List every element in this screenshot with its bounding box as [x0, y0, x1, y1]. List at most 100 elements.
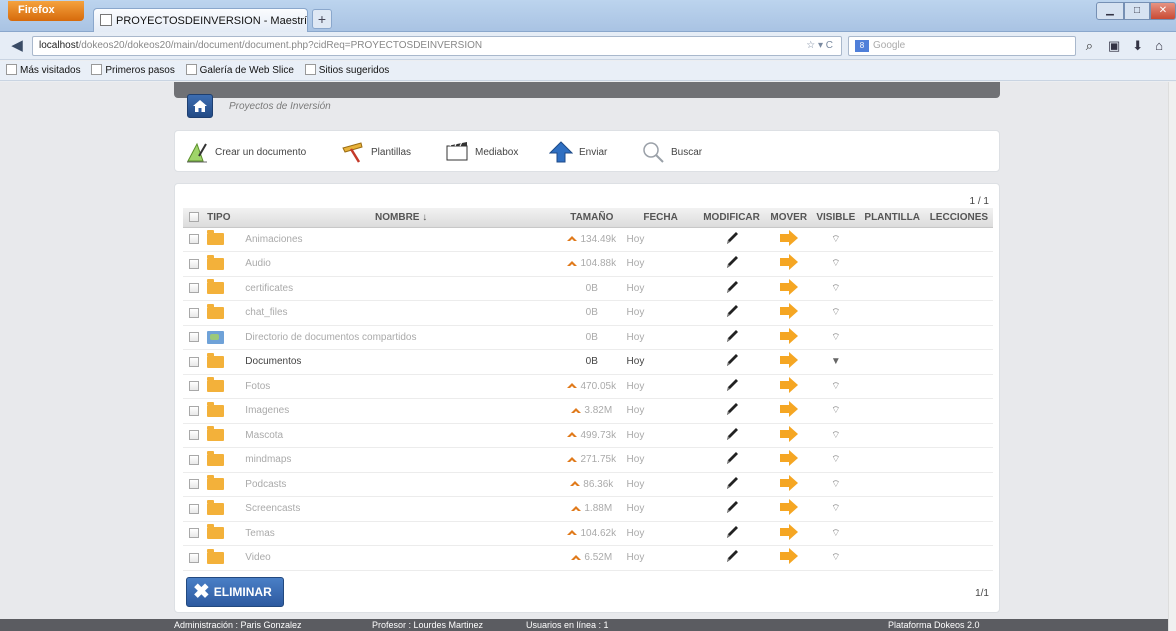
table-row[interactable]: Audio 104.88k Hoy ⌔ [183, 251, 993, 277]
home-icon[interactable] [187, 94, 213, 118]
eye-icon[interactable]: ⌔ [831, 479, 840, 490]
eye-icon[interactable]: ⌔ [831, 332, 840, 343]
row-checkbox[interactable] [188, 283, 199, 294]
visibility-cell[interactable]: ⌔ [812, 276, 860, 301]
pencil-icon[interactable] [724, 499, 740, 515]
doc-name[interactable]: chat_files [242, 300, 561, 326]
move-arrow-icon[interactable] [779, 302, 799, 320]
row-checkbox-cell[interactable] [183, 251, 205, 277]
bookmark-item[interactable]: Galería de Web Slice [185, 64, 294, 76]
doc-name[interactable]: certificates [242, 276, 561, 301]
move-arrow-icon[interactable] [779, 425, 799, 443]
delete-button[interactable]: ✖ ELIMINAR [186, 577, 284, 607]
visibility-cell[interactable]: ⌔ [812, 521, 860, 546]
pencil-icon[interactable] [724, 254, 740, 270]
visibility-cell[interactable]: ⌔ [812, 251, 860, 277]
row-checkbox-cell[interactable] [183, 227, 205, 252]
table-row[interactable]: Imagenes 3.82M Hoy ⌔ [183, 398, 993, 424]
pencil-icon[interactable] [724, 450, 740, 466]
move-cell[interactable] [765, 325, 813, 350]
visibility-cell[interactable]: ⌔ [812, 496, 860, 522]
select-all-checkbox-cell[interactable] [183, 208, 205, 228]
eye-icon[interactable]: ⌔ [831, 552, 840, 563]
row-checkbox[interactable] [188, 405, 199, 416]
move-cell[interactable] [765, 521, 813, 546]
visibility-cell[interactable]: ⌔ [812, 447, 860, 473]
doc-name[interactable]: Documentos [242, 349, 561, 375]
reload-icon[interactable]: ☆ ▾ C [806, 40, 833, 51]
pencil-icon[interactable] [724, 230, 740, 246]
move-arrow-icon[interactable] [779, 253, 799, 271]
table-row[interactable]: Video 6.52M Hoy ⌔ [183, 545, 993, 571]
new-tab-button[interactable]: + [312, 9, 332, 29]
url-bar[interactable]: localhost/dokeos20/dokeos20/main/documen… [32, 36, 842, 56]
vertical-scrollbar[interactable] [1168, 82, 1176, 631]
move-arrow-icon[interactable] [779, 376, 799, 394]
pencil-icon[interactable] [724, 303, 740, 319]
bookmark-item[interactable]: Sitios sugeridos [304, 64, 389, 76]
footer-teacher[interactable]: Profesor : Lourdes Martinez [372, 619, 483, 631]
browser-tab[interactable]: PROYECTOSDEINVERSION - Maestría en ... [93, 8, 308, 32]
move-arrow-icon[interactable] [779, 400, 799, 418]
col-fecha[interactable]: FECHA [623, 208, 698, 228]
row-checkbox[interactable] [188, 430, 199, 441]
pencil-icon[interactable] [724, 401, 740, 417]
visibility-cell[interactable]: ⌔ [812, 300, 860, 326]
pencil-icon[interactable] [724, 352, 740, 368]
col-tipo[interactable]: TIPO [204, 208, 243, 228]
move-cell[interactable] [765, 300, 813, 326]
magnifier-icon[interactable]: ⌕ [1086, 38, 1093, 54]
move-cell[interactable] [765, 374, 813, 399]
move-cell[interactable] [765, 276, 813, 301]
edit-cell[interactable] [697, 398, 766, 424]
move-arrow-icon[interactable] [779, 327, 799, 345]
eye-icon[interactable]: ⌔ [831, 283, 840, 294]
visibility-cell[interactable]: ▼ [812, 349, 860, 375]
edit-cell[interactable] [697, 521, 766, 546]
bookmark-item[interactable]: Más visitados [6, 64, 81, 76]
doc-name[interactable]: Directorio de documentos compartidos [242, 325, 561, 350]
visibility-cell[interactable]: ⌔ [812, 423, 860, 448]
table-row[interactable]: Fotos 470.05k Hoy ⌔ [183, 374, 993, 399]
row-checkbox-cell[interactable] [183, 472, 205, 497]
move-arrow-icon[interactable] [779, 523, 799, 541]
firefox-menu-button[interactable]: Firefox [8, 1, 84, 21]
visible-on-icon[interactable]: ▼ [831, 356, 841, 367]
move-arrow-icon[interactable] [779, 498, 799, 516]
table-row[interactable]: Documentos 0B Hoy ▼ [183, 349, 993, 375]
doc-name[interactable]: Fotos [242, 374, 561, 399]
eye-icon[interactable]: ⌔ [831, 528, 840, 539]
maximize-button[interactable]: □ [1124, 2, 1150, 20]
table-row[interactable]: mindmaps 271.75k Hoy ⌔ [183, 447, 993, 473]
doc-name[interactable]: Animaciones [242, 227, 561, 252]
doc-name[interactable]: Temas [242, 521, 561, 546]
edit-cell[interactable] [697, 496, 766, 522]
row-checkbox-cell[interactable] [183, 447, 205, 473]
move-arrow-icon[interactable] [779, 229, 799, 247]
move-arrow-icon[interactable] [779, 278, 799, 296]
move-cell[interactable] [765, 227, 813, 252]
row-checkbox-cell[interactable] [183, 545, 205, 571]
back-arrow-icon[interactable]: ◀ [6, 36, 28, 56]
row-checkbox[interactable] [188, 552, 199, 563]
row-checkbox[interactable] [188, 528, 199, 539]
visibility-cell[interactable]: ⌔ [812, 325, 860, 350]
row-checkbox-cell[interactable] [183, 398, 205, 424]
move-cell[interactable] [765, 472, 813, 497]
edit-cell[interactable] [697, 423, 766, 448]
row-checkbox[interactable] [188, 479, 199, 490]
row-checkbox-cell[interactable] [183, 276, 205, 301]
table-row[interactable]: Mascota 499.73k Hoy ⌔ [183, 423, 993, 448]
doc-name[interactable]: Video [242, 545, 561, 571]
footer-admin[interactable]: Administración : Paris Gonzalez [174, 619, 302, 631]
eye-icon[interactable]: ⌔ [831, 430, 840, 441]
move-arrow-icon[interactable] [779, 351, 799, 369]
edit-cell[interactable] [697, 325, 766, 350]
pencil-icon[interactable] [724, 524, 740, 540]
table-row[interactable]: Directorio de documentos compartidos 0B Ho… [183, 325, 993, 350]
eye-icon[interactable]: ⌔ [831, 258, 840, 269]
bookmark-item[interactable]: Primeros pasos [91, 64, 175, 76]
send-button[interactable]: Enviar [549, 140, 607, 164]
edit-cell[interactable] [697, 276, 766, 301]
row-checkbox[interactable] [188, 307, 199, 318]
